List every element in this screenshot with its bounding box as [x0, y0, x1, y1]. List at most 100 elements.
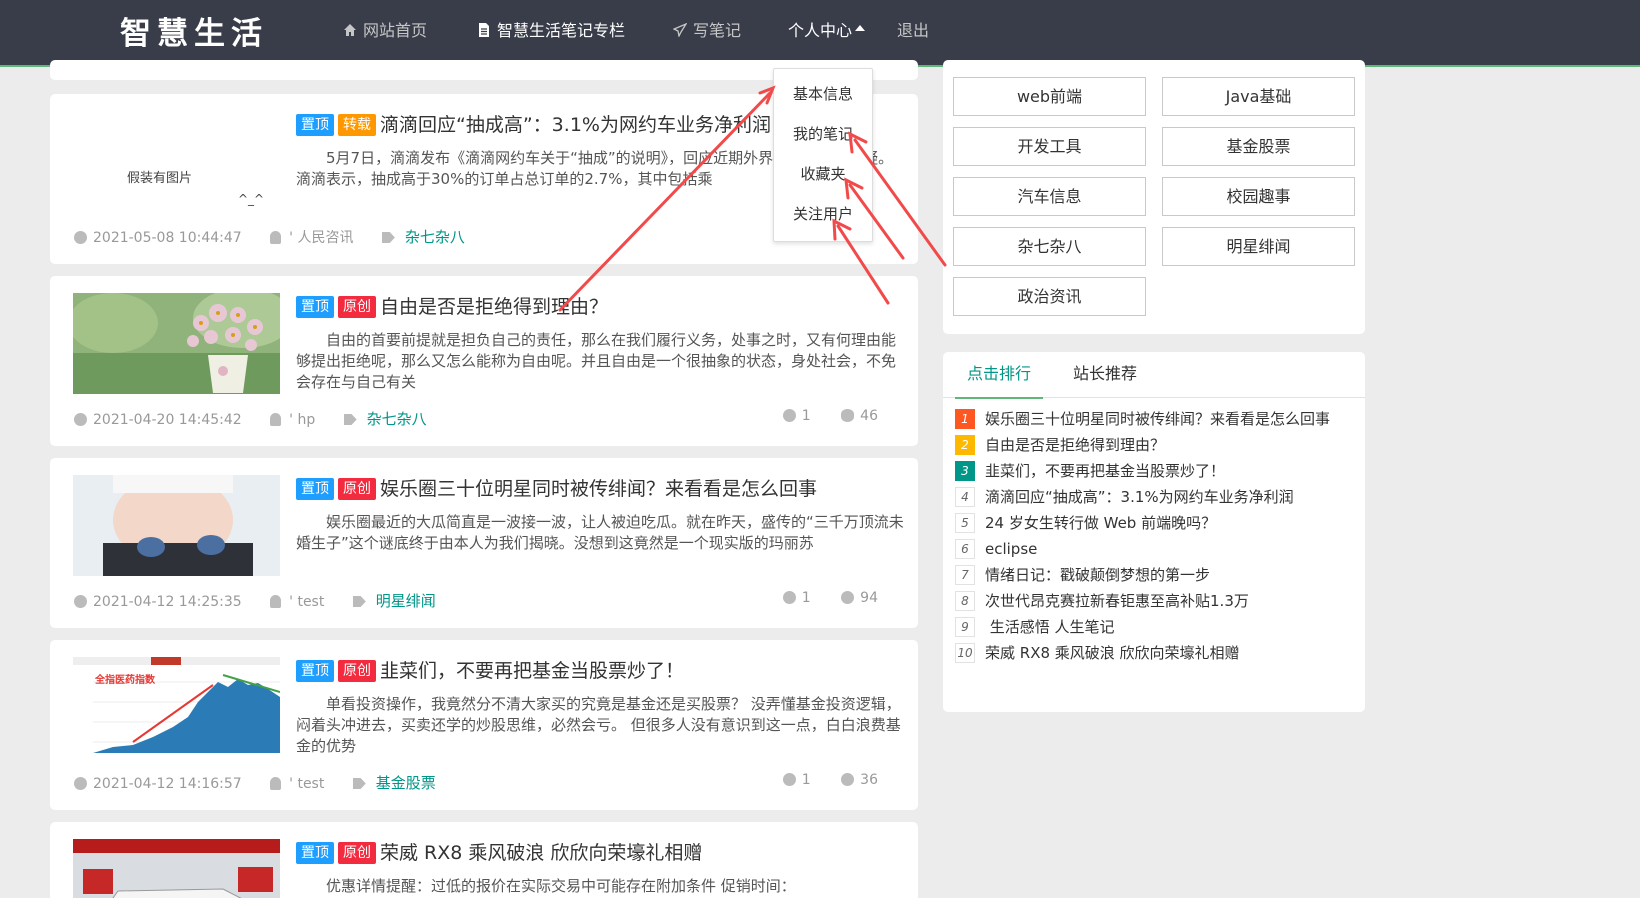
- post-title[interactable]: 自由是否是拒绝得到理由？: [380, 296, 608, 318]
- post-author[interactable]: ' test: [270, 594, 324, 610]
- category-celebrity[interactable]: 明星绯闻: [1162, 227, 1355, 266]
- post-tag[interactable]: 明星绯闻: [352, 592, 436, 610]
- nav-write[interactable]: 写笔记: [673, 0, 741, 67]
- comment-icon: [782, 773, 796, 786]
- rank-number: 3: [955, 461, 975, 481]
- category-campus[interactable]: 校园趣事: [1162, 177, 1355, 216]
- rank-title: eclipse: [985, 540, 1038, 558]
- dropdown-my-notes[interactable]: 我的笔记: [774, 114, 872, 154]
- badge-original: 原创: [338, 478, 376, 500]
- rank-item[interactable]: 1 娱乐圈三十位明星同时被传绯闻？来看看是怎么回事: [955, 408, 1350, 430]
- post-thumbnail-placeholder[interactable]: 假装有图片 ^_^: [73, 111, 280, 212]
- clock-icon: [74, 595, 87, 608]
- rank-number: 9: [955, 617, 975, 637]
- post-card[interactable]: 置顶 原创 娱乐圈三十位明星同时被传绯闻？来看看是怎么回事 娱乐圈最近的大瓜简直是一…: [50, 458, 918, 628]
- post-tag[interactable]: 基金股票: [352, 774, 436, 792]
- category-web[interactable]: web前端: [953, 77, 1146, 116]
- top-navbar: 智慧生活 网站首页 智慧生活笔记专栏 写笔记 个人中心 退出: [0, 0, 1640, 69]
- category-misc[interactable]: 杂七杂八: [953, 227, 1146, 266]
- post-meta: 2021-05-08 10:44:47 ' 人民咨讯 杂七杂八: [74, 226, 878, 248]
- rank-item[interactable]: 7 情绪日记：戳破颠倒梦想的第一步: [955, 564, 1350, 586]
- post-excerpt: 单看投资操作，我竟然分不清大家买的究竟是基金还是买股票？ 没弄懂基金投资逻辑，闷…: [296, 695, 901, 755]
- dropdown-favorites[interactable]: 收藏夹: [774, 154, 872, 194]
- post-stats: 1 36: [757, 772, 878, 788]
- post-title[interactable]: 韭菜们，不要再把基金当股票炒了！: [380, 660, 684, 682]
- rank-title: 娱乐圈三十位明星同时被传绯闻？来看看是怎么回事: [985, 410, 1331, 428]
- post-stats: 1 46: [757, 408, 878, 424]
- rank-item[interactable]: 9 生活感悟 人生笔记: [955, 616, 1350, 638]
- rank-item[interactable]: 3 韭菜们，不要再把基金当股票炒了！: [955, 460, 1350, 482]
- personal-center-dropdown: 基本信息 我的笔记 收藏夹 关注用户: [773, 68, 873, 242]
- post-stats: 1 94: [757, 590, 878, 606]
- tab-recommend[interactable]: 站长推荐: [1073, 352, 1137, 398]
- post-thumbnail[interactable]: [73, 475, 280, 576]
- ranking-list: 1 娱乐圈三十位明星同时被传绯闻？来看看是怎么回事 2 自由是否是拒绝得到理由？ 3…: [955, 408, 1350, 668]
- nav-logout-label: 退出: [897, 21, 930, 40]
- dropdown-basic-info[interactable]: 基本信息: [774, 74, 872, 114]
- badge-original: 原创: [338, 660, 376, 682]
- category-funds[interactable]: 基金股票: [1162, 127, 1355, 166]
- post-card[interactable]: 置顶 原创 自由是否是拒绝得到理由？ 自由的首要前提就是担负自己的责任，那么在我们履…: [50, 276, 918, 446]
- category-devtools[interactable]: 开发工具: [953, 127, 1146, 166]
- post-card[interactable]: 全指医药指数 置顶 原创 韭菜们，不要再把基金当股票炒了！ 单看投资操作，我竟然分不…: [50, 640, 918, 810]
- post-title-row: 置顶 原创 娱乐圈三十位明星同时被传绯闻？来看看是怎么回事: [296, 474, 904, 504]
- post-excerpt: 娱乐圈最近的大瓜简直是一波接一波，让人被迫吃瓜。就在昨天，盛传的“三千万顶流未婚…: [296, 513, 904, 552]
- tag-icon: [343, 414, 357, 425]
- nav-column[interactable]: 智慧生活笔记专栏: [458, 0, 645, 69]
- badge-pinned: 置顶: [296, 296, 334, 318]
- nav-personal-label: 个人中心: [788, 21, 853, 40]
- post-title-row: 置顶 原创 荣威 RX8 乘风破浪 欣欣向荣壕礼相赠: [296, 838, 904, 868]
- comment-count: 1: [782, 408, 811, 424]
- nav-home[interactable]: 网站首页: [343, 0, 427, 67]
- dropdown-following[interactable]: 关注用户: [774, 194, 872, 234]
- rank-item[interactable]: 8 次世代昂克赛拉新春钜惠至高补贴1.3万: [955, 590, 1350, 612]
- post-card[interactable]: 置顶 原创 荣威 RX8 乘风破浪 欣欣向荣壕礼相赠 优惠详情提醒：过低的报价在实际…: [50, 822, 918, 898]
- rank-item[interactable]: 5 24 岁女生转行做 Web 前端晚吗？: [955, 512, 1350, 534]
- rank-title: 滴滴回应“抽成高”：3.1%为网约车业务净利润: [985, 488, 1294, 506]
- nav-logout[interactable]: 退出: [897, 0, 929, 67]
- rank-title: 自由是否是拒绝得到理由？: [985, 436, 1166, 454]
- post-thumbnail[interactable]: [73, 293, 280, 394]
- rank-item[interactable]: 10 荣威 RX8 乘风破浪 欣欣向荣壕礼相赠: [955, 642, 1350, 664]
- home-icon: [344, 24, 356, 36]
- post-thumbnail[interactable]: [73, 839, 280, 898]
- rank-number: 1: [955, 409, 975, 429]
- post-meta: 2021-04-20 14:45:42 ' hp 杂七杂八 1 46: [74, 408, 878, 430]
- rank-item[interactable]: 2 自由是否是拒绝得到理由？: [955, 434, 1350, 456]
- rank-item[interactable]: 4 滴滴回应“抽成高”：3.1%为网约车业务净利润: [955, 486, 1350, 508]
- site-logo[interactable]: 智慧生活: [120, 8, 268, 53]
- post-title[interactable]: 滴滴回应“抽成高”：3.1%为网约车业务净利润: [380, 114, 771, 136]
- post-tag[interactable]: 杂七杂八: [343, 410, 427, 428]
- category-java[interactable]: Java基础: [1162, 77, 1355, 116]
- badge-original: 原创: [338, 842, 376, 864]
- comment-icon: [782, 591, 796, 604]
- post-meta: 2021-04-12 14:16:57 ' test 基金股票 1 36: [74, 772, 878, 794]
- ranking-tabs: 点击排行 站长推荐: [943, 352, 1365, 399]
- nav-personal[interactable]: 个人中心: [786, 0, 869, 69]
- post-author[interactable]: ' hp: [270, 412, 315, 428]
- post-author[interactable]: ' 人民咨讯: [270, 230, 353, 246]
- tab-click-rank[interactable]: 点击排行: [954, 352, 1044, 399]
- post-title[interactable]: 荣威 RX8 乘风破浪 欣欣向荣壕礼相赠: [380, 842, 702, 864]
- document-icon: [479, 23, 489, 37]
- tag-icon: [352, 778, 366, 789]
- category-panel: web前端 Java基础 开发工具 基金股票 汽车信息 校园趣事 杂七杂八 明星…: [943, 60, 1365, 334]
- comment-count: 1: [782, 772, 811, 788]
- rank-number: 6: [955, 539, 975, 559]
- rank-item[interactable]: 6 eclipse: [955, 538, 1350, 560]
- badge-pinned: 置顶: [296, 478, 334, 500]
- post-author[interactable]: ' test: [270, 776, 324, 792]
- category-cars[interactable]: 汽车信息: [953, 177, 1146, 216]
- post-tag[interactable]: 杂七杂八: [381, 228, 465, 246]
- rank-number: 5: [955, 513, 975, 533]
- rank-number: 8: [955, 591, 975, 611]
- caret-up-icon: [855, 25, 866, 31]
- post-date: 2021-04-12 14:16:57: [74, 776, 242, 792]
- post-title[interactable]: 娱乐圈三十位明星同时被传绯闻？来看看是怎么回事: [380, 478, 817, 500]
- post-date: 2021-04-12 14:25:35: [74, 594, 242, 610]
- category-politics[interactable]: 政治资讯: [953, 277, 1146, 316]
- tag-icon: [381, 232, 395, 243]
- rank-title: 荣威 RX8 乘风破浪 欣欣向荣壕礼相赠: [985, 644, 1240, 662]
- post-thumbnail[interactable]: 全指医药指数: [73, 657, 280, 758]
- user-icon: [270, 231, 282, 244]
